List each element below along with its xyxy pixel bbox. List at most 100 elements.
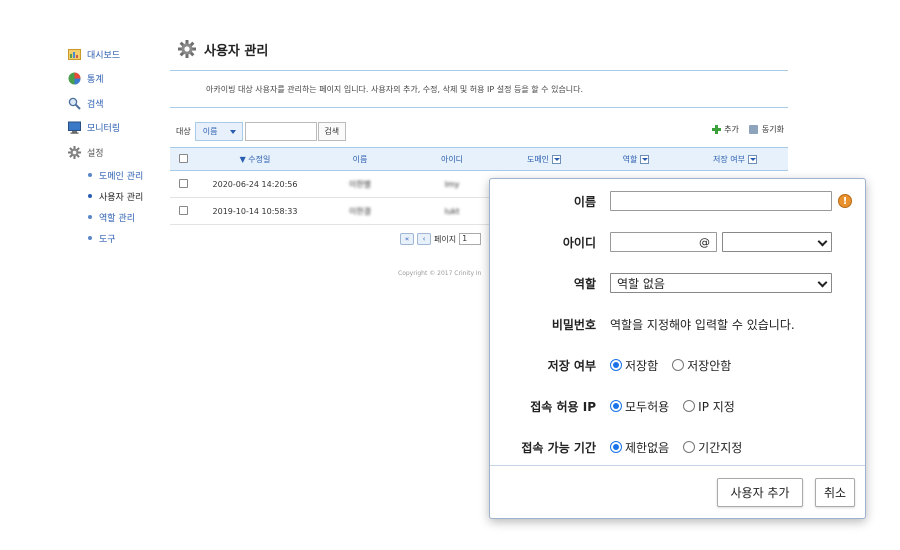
sidebar-item-search[interactable]: 검색: [68, 91, 163, 116]
toolbar-actions: 추가 동기화: [702, 124, 784, 135]
col-save[interactable]: 저장 여부: [682, 148, 788, 171]
search-button[interactable]: 검색: [317, 122, 346, 141]
password-label: 비밀번호: [551, 317, 596, 332]
name-label: 이름: [573, 194, 596, 209]
filter-icon[interactable]: [747, 154, 757, 164]
cell-id: lmy: [406, 170, 498, 198]
at-sign: @: [699, 236, 710, 249]
save-label: 저장 여부: [547, 358, 596, 373]
sidebar-item-stats[interactable]: 통계: [68, 67, 163, 92]
sidebar-subitem-label: 역할 관리: [99, 213, 135, 224]
row-checkbox[interactable]: [178, 178, 188, 188]
filter-icon[interactable]: [552, 154, 562, 164]
domain-select[interactable]: [722, 232, 832, 252]
monitor-icon: [68, 121, 81, 134]
ip-specify-radio[interactable]: IP 지정: [683, 398, 735, 415]
sync-button[interactable]: 동기화: [748, 124, 784, 135]
ip-all-radio[interactable]: 모두허용: [610, 398, 669, 415]
chevron-down-icon: [229, 130, 236, 134]
select-all-cell: [170, 148, 196, 171]
col-id[interactable]: 아이디: [406, 148, 498, 171]
sidebar-item-label: 설정: [87, 148, 104, 159]
warning-icon: !: [838, 194, 852, 208]
name-input[interactable]: [610, 191, 832, 211]
target-select[interactable]: 이름: [194, 122, 243, 141]
page-number-input[interactable]: 1: [459, 233, 482, 245]
search-input[interactable]: [244, 122, 317, 141]
target-label: 대상: [176, 127, 191, 136]
radio-checked-icon: [610, 359, 622, 371]
sync-icon: [748, 125, 758, 134]
period-specify-radio[interactable]: 기간지정: [683, 439, 742, 456]
sidebar-subitem-label: 도구: [99, 234, 116, 245]
sidebar-subitem-tools[interactable]: 도구: [68, 228, 163, 249]
gear-icon: [68, 145, 81, 159]
page-header: 사용자 관리: [170, 36, 788, 62]
copyright: Copyright © 2017 Crinity In: [398, 270, 482, 277]
ip-row: 접속 허용 IP 모두허용 IP 지정: [490, 395, 865, 417]
add-user-submit-button[interactable]: 사용자 추가: [717, 478, 803, 507]
dialog-footer: 사용자 추가 취소: [490, 465, 865, 518]
bullet-icon: [88, 173, 92, 177]
search-icon: [68, 97, 81, 110]
select-all-checkbox[interactable]: [178, 153, 188, 163]
toolbar: 대상 이름 검색 추가 동기화: [170, 122, 788, 141]
col-role[interactable]: 역할: [590, 148, 682, 171]
sidebar-subitem-users[interactable]: 사용자 관리: [68, 186, 163, 207]
save-on-radio[interactable]: 저장함: [610, 357, 658, 374]
cell-id: lukt: [406, 197, 498, 225]
role-select-value: 역할 없음: [617, 276, 665, 291]
period-row: 접속 가능 기간 제한없음 기간지정: [490, 436, 865, 458]
sidebar-item-settings[interactable]: 설정: [68, 140, 163, 165]
filter-icon[interactable]: [640, 154, 650, 164]
save-off-radio[interactable]: 저장안함: [672, 357, 731, 374]
chevron-down-icon: [817, 236, 828, 247]
sidebar-item-monitoring[interactable]: 모니터링: [68, 116, 163, 141]
bullet-icon: [88, 236, 92, 240]
cancel-button[interactable]: 취소: [815, 478, 855, 507]
prev-page-icon[interactable]: ‹: [417, 233, 431, 245]
radio-unchecked-icon: [683, 400, 696, 412]
description-text: 아카이빙 대상 사용자를 관리하는 페이지 입니다. 사용자의 추가, 수정, …: [206, 84, 584, 94]
row-select-cell: [170, 170, 196, 198]
cell-modified: 2019-10-14 10:58:33: [196, 197, 314, 225]
page-description: 아카이빙 대상 사용자를 관리하는 페이지 입니다. 사용자의 추가, 수정, …: [170, 70, 788, 108]
id-row: 아이디 @: [490, 231, 865, 253]
sync-label: 동기화: [761, 125, 784, 134]
password-note: 역할을 지정해야 입력할 수 있습니다.: [610, 317, 795, 332]
period-unlimited-radio[interactable]: 제한없음: [610, 439, 669, 456]
sidebar-subitem-domain[interactable]: 도메인 관리: [68, 165, 163, 186]
chevron-down-icon: [817, 277, 828, 288]
id-label: 아이디: [562, 235, 596, 250]
id-input[interactable]: @: [610, 232, 717, 252]
sidebar-item-label: 통계: [87, 75, 104, 86]
role-label: 역할: [573, 276, 596, 291]
add-label: 추가: [724, 125, 739, 134]
row-checkbox[interactable]: [178, 205, 188, 215]
role-select[interactable]: 역할 없음: [610, 273, 832, 293]
gear-icon: [178, 40, 196, 58]
cell-name: 이한결: [314, 197, 406, 225]
sort-desc-icon: ▼: [239, 154, 249, 164]
save-row: 저장 여부 저장함 저장안함: [490, 354, 865, 376]
cell-modified: 2020-06-24 14:20:56: [196, 170, 314, 198]
name-row: 이름 !: [490, 190, 865, 212]
page-label: 페이지: [434, 234, 457, 244]
sidebar-subitem-roles[interactable]: 역할 관리: [68, 207, 163, 228]
bullet-icon: [88, 194, 92, 198]
sidebar: 대시보드 통계 검색 모니터링 설정 도메인 관리 사용자 관리 역할 관리 도…: [68, 42, 163, 249]
col-modified[interactable]: ▼ 수정일: [196, 148, 314, 171]
radio-checked-icon: [610, 400, 622, 412]
password-row: 비밀번호 역할을 지정해야 입력할 수 있습니다.: [490, 313, 865, 335]
add-user-button[interactable]: 추가: [712, 124, 739, 135]
col-domain[interactable]: 도메인: [498, 148, 590, 171]
sidebar-item-dashboard[interactable]: 대시보드: [68, 42, 163, 67]
add-user-dialog: 이름 ! 아이디 @ 역할 역할 없음 비밀번호 역할을 지정해야 입력할 수 …: [489, 178, 866, 519]
first-page-icon[interactable]: «: [400, 233, 414, 245]
period-label: 접속 가능 기간: [521, 440, 596, 455]
bullet-icon: [88, 215, 92, 219]
col-name[interactable]: 이름: [314, 148, 406, 171]
ip-label: 접속 허용 IP: [530, 399, 596, 414]
radio-unchecked-icon: [672, 359, 685, 371]
sidebar-item-label: 검색: [87, 99, 104, 110]
